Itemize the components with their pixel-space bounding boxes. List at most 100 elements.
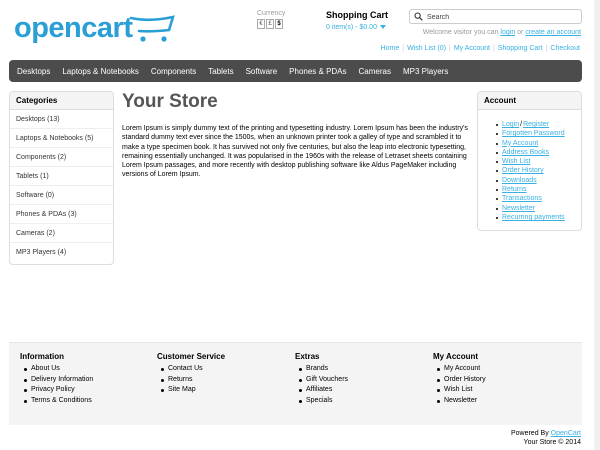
list-item: Wish List [496, 157, 581, 166]
welcome-or: or [515, 29, 526, 36]
categories-box: Categories Desktops (13) Laptops & Noteb… [9, 91, 114, 265]
footer-link[interactable]: Specials [299, 396, 348, 407]
cart-summary[interactable]: 0 item(s) - $0.00 [326, 24, 388, 31]
nav-item-software[interactable]: Software [246, 67, 278, 76]
top-link-home[interactable]: Home [381, 45, 400, 52]
currency-label: Currency [257, 10, 286, 17]
search-icon[interactable] [414, 12, 423, 21]
powered-prefix: Powered By [510, 430, 551, 437]
page-title: Your Store [122, 91, 218, 112]
currency-euro-button[interactable]: € [257, 19, 265, 29]
footer-link[interactable]: About Us [24, 364, 93, 375]
scrollbar[interactable] [594, 0, 600, 450]
footer-link[interactable]: Privacy Policy [24, 385, 93, 396]
nav-item-mp3[interactable]: MP3 Players [403, 67, 448, 76]
nav-item-laptops[interactable]: Laptops & Notebooks [62, 67, 139, 76]
footer-link[interactable]: Delivery Information [24, 375, 93, 386]
top-link-my-account[interactable]: My Account [454, 45, 490, 52]
logo[interactable]: opencart [14, 12, 175, 46]
welcome-text: Lorem Ipsum is simply dummy text of the … [122, 125, 468, 179]
account-link[interactable]: Returns [502, 186, 527, 193]
list-item: Transactions [496, 194, 581, 203]
nav-item-cameras[interactable]: Cameras [359, 67, 391, 76]
category-item[interactable]: Laptops & Notebooks (5) [10, 129, 113, 148]
list-item: My Account [496, 139, 581, 148]
chevron-down-icon [379, 25, 386, 30]
footer-link[interactable]: My Account [437, 364, 486, 375]
account-heading: Account [478, 92, 581, 110]
welcome-message: Welcome visitor you can login or create … [423, 29, 581, 36]
account-link[interactable]: Forgotten Password [502, 130, 565, 137]
cart-summary-text: 0 item(s) - $0.00 [326, 24, 377, 31]
footer-link[interactable]: Returns [161, 375, 225, 386]
footer-heading: Information [20, 352, 64, 361]
list-item: Recurring payments [496, 213, 581, 222]
top-link-checkout[interactable]: Checkout [550, 45, 580, 52]
category-item[interactable]: Desktops (13) [10, 110, 113, 129]
search-input[interactable] [427, 12, 577, 22]
footer-link[interactable]: Brands [299, 364, 348, 375]
list-item: Returns [496, 185, 581, 194]
category-item[interactable]: Cameras (2) [10, 224, 113, 243]
copyright: Your Store © 2014 [523, 439, 581, 446]
account-link[interactable]: Address Books [502, 149, 549, 156]
account-link[interactable]: Order History [502, 167, 544, 174]
nav-item-desktops[interactable]: Desktops [17, 67, 50, 76]
account-item-login-register: Login/Register [496, 120, 581, 129]
powered-by: Powered By OpenCart Your Store © 2014 [511, 429, 581, 447]
top-link-shopping-cart[interactable]: Shopping Cart [498, 45, 543, 52]
create-account-link[interactable]: create an account [525, 29, 581, 36]
nav-item-components[interactable]: Components [151, 67, 196, 76]
footer-link[interactable]: Terms & Conditions [24, 396, 93, 407]
footer-link[interactable]: Gift Vouchers [299, 375, 348, 386]
account-link[interactable]: Downloads [502, 177, 537, 184]
footer-column-information: Information About Us Delivery Informatio… [20, 352, 93, 407]
footer-link[interactable]: Contact Us [161, 364, 225, 375]
currency-selector: Currency € £ $ [257, 10, 285, 29]
account-login-link[interactable]: Login [502, 121, 519, 128]
account-link[interactable]: My Account [502, 140, 538, 147]
logo-text: opencart [14, 12, 133, 44]
footer-column-my-account: My Account My Account Order History Wish… [433, 352, 486, 407]
footer-link[interactable]: Affiliates [299, 385, 348, 396]
cart-widget[interactable]: Shopping Cart 0 item(s) - $0.00 [326, 10, 388, 31]
nav-item-tablets[interactable]: Tablets [208, 67, 233, 76]
footer-heading: Customer Service [157, 352, 226, 361]
list-item: Order History [496, 166, 581, 175]
list-item: Newsletter [496, 204, 581, 213]
footer-link[interactable]: Site Map [161, 385, 225, 396]
top-links: Home | Wish List (0) | My Account | Shopping C… [380, 45, 580, 52]
list-item: Forgotten Password [496, 129, 581, 138]
footer-link[interactable]: Order History [437, 375, 486, 386]
account-slash: / [520, 121, 523, 128]
account-box: Account Login/Register Forgotten Passwor… [477, 91, 582, 231]
main-nav: Desktops Laptops & Notebooks Components … [9, 60, 582, 82]
opencart-link[interactable]: OpenCart [551, 430, 581, 437]
cart-logo-icon [129, 15, 175, 42]
category-item[interactable]: MP3 Players (4) [10, 243, 113, 262]
footer-column-extras: Extras Brands Gift Vouchers Affiliates S… [295, 352, 348, 407]
currency-dollar-button[interactable]: $ [275, 19, 283, 29]
list-item: Downloads [496, 176, 581, 185]
account-link[interactable]: Transactions [502, 195, 542, 202]
account-link[interactable]: Wish List [502, 158, 530, 165]
search-box [409, 9, 582, 24]
footer-link[interactable]: Wish List [437, 385, 486, 396]
footer-link[interactable]: Newsletter [437, 396, 486, 407]
category-item[interactable]: Tablets (1) [10, 167, 113, 186]
category-item[interactable]: Phones & PDAs (3) [10, 205, 113, 224]
footer-heading: My Account [433, 352, 479, 361]
account-link[interactable]: Newsletter [502, 205, 535, 212]
footer-column-customer-service: Customer Service Contact Us Returns Site… [157, 352, 225, 396]
currency-pound-button[interactable]: £ [266, 19, 274, 29]
top-link-wishlist[interactable]: Wish List (0) [407, 45, 446, 52]
account-link[interactable]: Recurring payments [502, 214, 565, 221]
login-link[interactable]: login [500, 29, 515, 36]
nav-item-phones[interactable]: Phones & PDAs [289, 67, 346, 76]
account-register-link[interactable]: Register [523, 121, 549, 128]
footer: Information About Us Delivery Informatio… [9, 342, 582, 425]
category-item[interactable]: Components (2) [10, 148, 113, 167]
welcome-prefix: Welcome visitor you can [422, 29, 501, 36]
footer-heading: Extras [295, 352, 320, 361]
category-item[interactable]: Software (0) [10, 186, 113, 205]
